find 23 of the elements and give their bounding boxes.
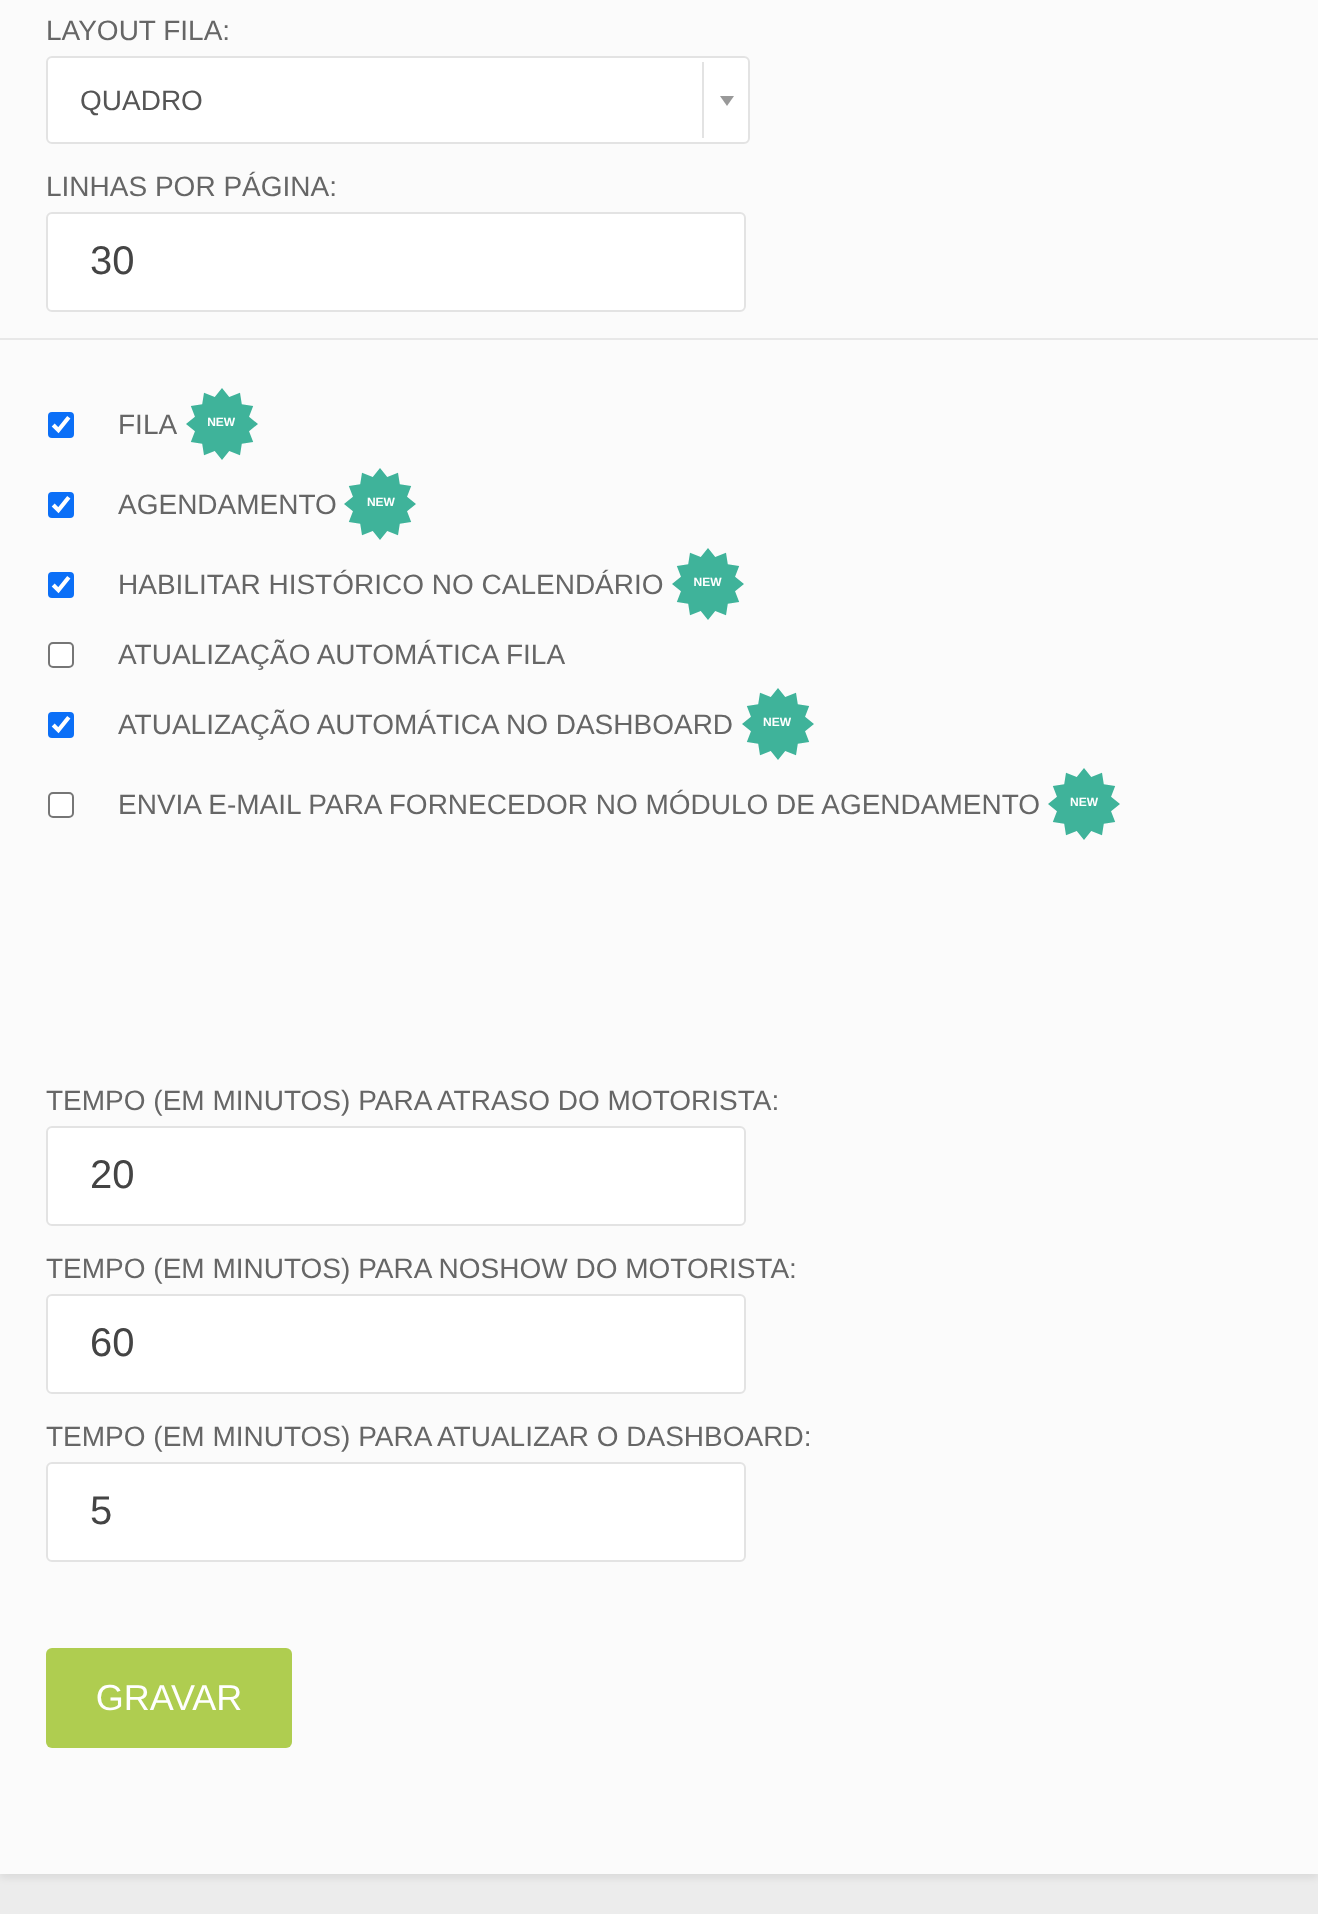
layout-select[interactable]: QUADRO [46,56,750,144]
field-label: LINHAS POR PÁGINA: [46,170,337,204]
checkbox[interactable] [48,411,74,437]
option-label: HABILITAR HISTÓRICO NO CALENDÁRIO [118,568,664,600]
option-label: ATUALIZAÇÃO AUTOMÁTICA FILA [118,638,566,670]
input-field[interactable]: 60 [46,1294,746,1394]
checkbox[interactable] [48,711,74,737]
field-label: TEMPO (EM MINUTOS) PARA ATRASO DO MOTORISTA: [46,1084,780,1118]
option-label: ATUALIZAÇÃO AUTOMÁTICA NO DASHBOARD [118,708,734,740]
input-field[interactable]: 20 [46,1126,746,1226]
checkbox[interactable] [48,641,74,667]
field-label: LAYOUT FILA: [46,14,231,48]
caret-icon [719,95,733,105]
field-label: TEMPO (EM MINUTOS) PARA ATUALIZAR O DASHBOARD: [46,1420,812,1454]
field-label: TEMPO (EM MINUTOS) PARA NOSHOW DO MOTORISTA: [46,1252,797,1286]
checkbox[interactable] [48,491,74,517]
input-field[interactable]: 5 [46,1462,746,1562]
option-label: ENVIA E-MAIL PARA FORNECEDOR NO MÓDULO DE AGENDAMENTO [118,788,1041,820]
option-label: FILA [118,408,178,440]
input-field[interactable]: 30 [46,212,746,312]
checkbox[interactable] [48,791,74,817]
option-label: AGENDAMENTO [118,488,337,520]
checkbox[interactable] [48,571,74,597]
